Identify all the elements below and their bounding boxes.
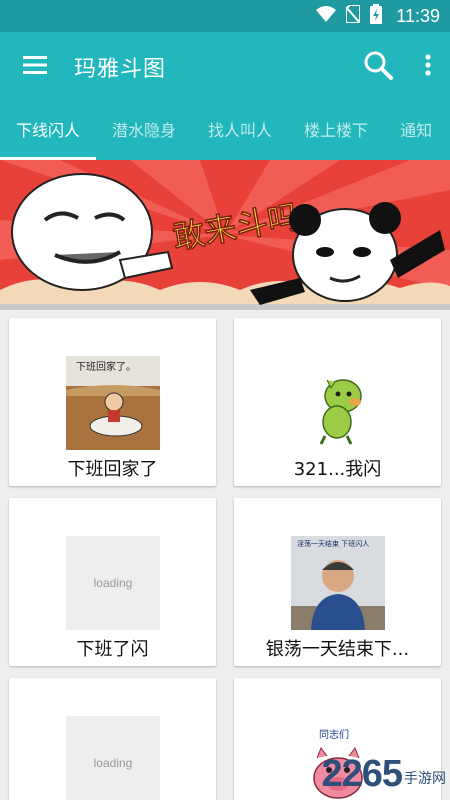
- svg-text:同志们: 同志们: [319, 728, 349, 741]
- meme-card[interactable]: 321...我闪: [234, 318, 441, 486]
- meme-caption: 下班回家了: [67, 459, 158, 480]
- status-bar: 11:39: [0, 0, 450, 32]
- tab-loushang[interactable]: 楼上楼下: [288, 102, 384, 160]
- meme-card[interactable]: 淫荡一天结束 下班闪人 银荡一天结束下...: [234, 498, 441, 666]
- svg-text:淫荡一天结束 下班闪人: 淫荡一天结束 下班闪人: [297, 539, 369, 548]
- tab-xiaxian[interactable]: 下线闪人: [0, 102, 97, 160]
- menu-button[interactable]: [0, 32, 70, 102]
- search-button[interactable]: [350, 32, 406, 102]
- tab-tongzhi[interactable]: 通知: [384, 102, 448, 160]
- menu-icon: [23, 56, 47, 78]
- wifi-icon: [316, 6, 337, 26]
- app-title: 玛雅斗图: [74, 57, 167, 82]
- svg-text:下班回家了。: 下班回家了。: [76, 360, 136, 373]
- site-watermark: 2265 手游网: [321, 753, 446, 796]
- loading-placeholder: loading: [66, 536, 160, 630]
- watermark-text: 手游网: [404, 771, 446, 787]
- loading-placeholder: loading: [66, 716, 160, 800]
- meme-caption: 321...我闪: [293, 459, 382, 480]
- tab-zhaoren[interactable]: 找人叫人: [192, 102, 288, 160]
- watermark-number: 2265: [321, 753, 403, 795]
- search-icon: [363, 50, 393, 84]
- meme-thumbnail: 淫荡一天结束 下班闪人: [291, 536, 385, 630]
- meme-card[interactable]: 下班回家了。 下班回家了: [9, 318, 216, 486]
- more-vert-icon: [425, 54, 431, 80]
- no-sim-icon: [345, 4, 362, 27]
- battery-charging-icon: [370, 4, 383, 28]
- status-time: 11:39: [396, 5, 440, 26]
- meme-thumbnail: loading: [66, 716, 160, 800]
- meme-caption: 银荡一天结束下...: [265, 639, 410, 660]
- category-tabs: 下线闪人 潜水隐身 找人叫人 楼上楼下 通知: [0, 102, 450, 160]
- tab-qianshui[interactable]: 潜水隐身: [96, 102, 192, 160]
- meme-thumbnail: [291, 356, 385, 450]
- meme-thumbnail: loading: [66, 536, 160, 630]
- meme-card[interactable]: loading 下班了闪: [9, 498, 216, 666]
- promo-banner[interactable]: 敢来斗吗: [0, 160, 450, 310]
- app-bar: 玛雅斗图: [0, 32, 450, 102]
- more-options-button[interactable]: [406, 32, 450, 102]
- meme-caption: 下班了闪: [76, 639, 149, 660]
- meme-card[interactable]: loading: [9, 678, 216, 800]
- meme-thumbnail: 下班回家了。: [66, 356, 160, 450]
